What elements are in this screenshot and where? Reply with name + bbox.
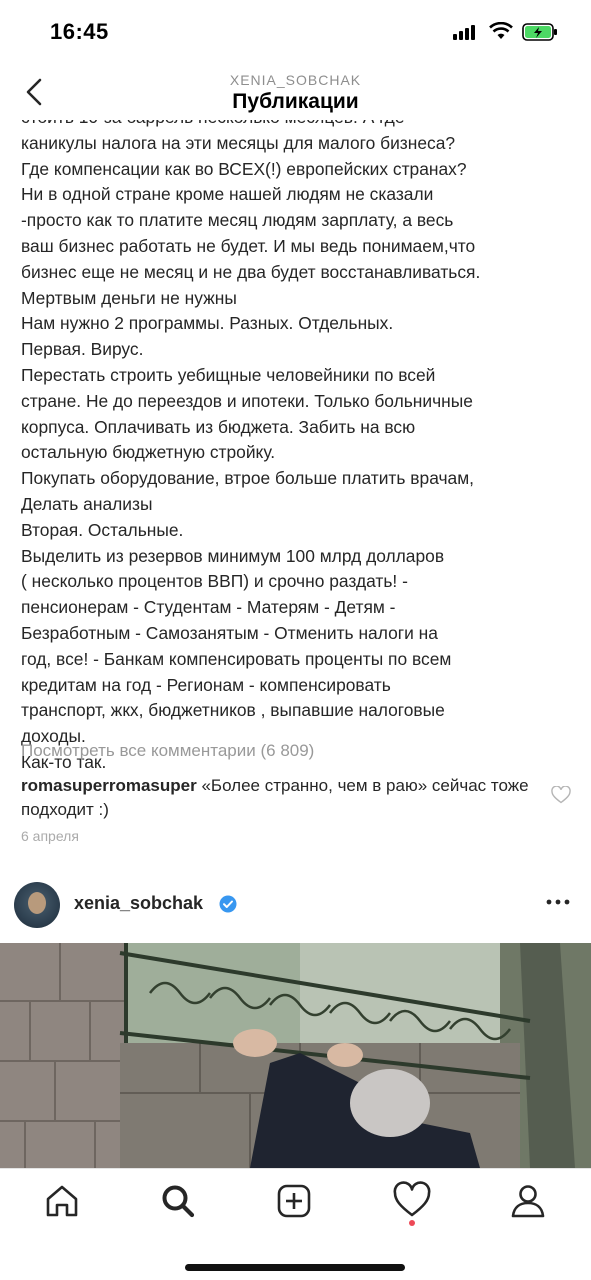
activity-heart-icon[interactable] <box>392 1181 432 1221</box>
caption-line: Покупать оборудование, втрое больше плат… <box>21 468 475 489</box>
caption-lines: стоить 10-за баррель несколько месяцев. … <box>21 120 581 770</box>
search-icon[interactable] <box>158 1181 198 1221</box>
comment-like-heart-icon[interactable] <box>551 786 571 804</box>
status-time: 16:45 <box>50 19 109 44</box>
avatar[interactable] <box>14 882 60 928</box>
cellular-signal-icon <box>453 24 479 40</box>
caption-line: Безработным - Самозанятым - Отменить нал… <box>21 622 438 643</box>
post-username[interactable]: xenia_sobchak <box>74 893 203 914</box>
comment-username[interactable]: romasuperromasuper <box>21 776 197 795</box>
caption-line: транспорт, жкх, бюджетников , выпавшие н… <box>21 700 445 721</box>
post-caption: стоить 10-за баррель несколько месяцев. … <box>0 120 591 770</box>
caption-line: ваш бизнес работать не будет. И мы ведь … <box>21 235 476 256</box>
post-date: 6 апреля <box>21 828 79 844</box>
caption-line: бизнес еще не месяц и не два будет восст… <box>21 261 481 282</box>
caption-line: стране. Не до переездов и ипотеки. Тольк… <box>21 390 473 411</box>
comment: romasuperromasuper «Более странно, чем в… <box>21 774 541 821</box>
caption-line: -просто как то платите месяц людям зарпл… <box>21 210 454 231</box>
caption-line: стоить 10-за баррель несколько месяцев. … <box>21 120 581 130</box>
caption-line: Делать анализы <box>21 493 153 514</box>
activity-notification-dot <box>409 1220 415 1226</box>
caption-line: каникулы налога на эти месяцы для малого… <box>21 132 456 153</box>
post-header: xenia_sobchak <box>0 876 591 938</box>
caption-line: Мертвым деньги не нужны <box>21 287 237 308</box>
caption-line: кредитам на год - Регионам - компенсиров… <box>21 674 391 695</box>
caption-line: год, все! - Банкам компенсировать процен… <box>21 648 452 669</box>
caption-line: ( несколько процентов ВВП) и срочно разд… <box>21 571 408 592</box>
verified-badge-icon <box>219 895 237 913</box>
wifi-icon <box>489 22 513 39</box>
caption-line: Перестать строить уебищные человейники п… <box>21 364 436 385</box>
caption-line: Выделить из резервов минимум 100 млрд до… <box>21 545 445 566</box>
caption-line: Ни в одной стране кроме нашей людям не с… <box>21 184 434 205</box>
profile-icon[interactable] <box>508 1181 548 1221</box>
nav-account-name: XENIA_SOBCHAK <box>229 72 362 88</box>
caption-line: корпуса. Оплачивать из бюджета. Забить н… <box>21 416 416 437</box>
more-options-icon[interactable] <box>545 898 571 906</box>
home-icon[interactable] <box>42 1181 82 1221</box>
add-post-icon[interactable] <box>274 1181 314 1221</box>
caption-line: пенсионерам - Студентам - Матерям - Детя… <box>21 597 396 618</box>
caption-line: Вторая. Остальные. <box>21 519 184 540</box>
status-bar: 16:45 <box>0 0 591 64</box>
caption-line: Первая. Вирус. <box>21 339 144 360</box>
bottom-tab-bar <box>0 1168 591 1280</box>
battery-icon <box>522 23 557 41</box>
caption-line: Нам нужно 2 программы. Разных. Отдельных… <box>21 313 394 334</box>
nav-title: Публикации <box>232 90 359 113</box>
view-all-comments-link[interactable]: Посмотреть все комментарии (6 809) <box>21 741 314 761</box>
nav-header: XENIA_SOBCHAK Публикации <box>0 64 591 120</box>
caption-line: Где компенсации как во ВСЕХ(!) европейск… <box>21 158 467 179</box>
caption-line: остальную бюджетную стройку. <box>21 442 276 463</box>
photo-fence-scene <box>0 943 591 1168</box>
home-indicator <box>185 1264 405 1271</box>
post-photo[interactable] <box>0 943 591 1168</box>
